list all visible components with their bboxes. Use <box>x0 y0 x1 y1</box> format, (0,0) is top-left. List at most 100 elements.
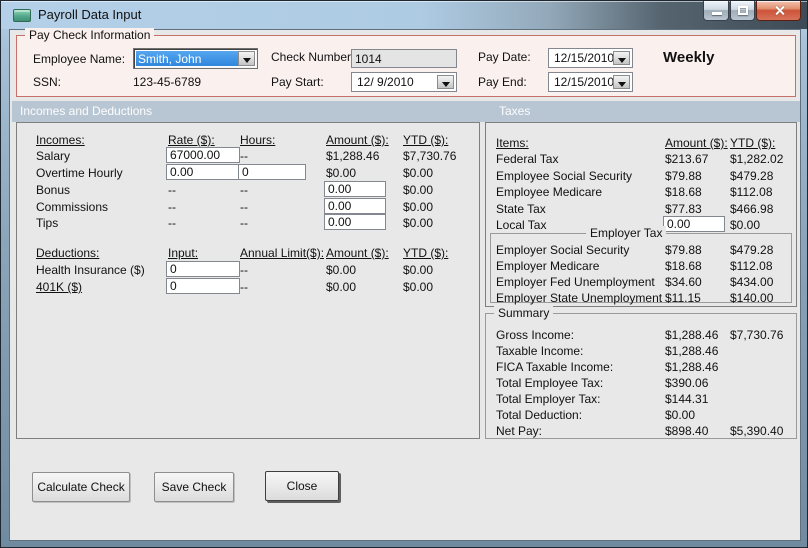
app-icon <box>13 9 31 22</box>
tax-ytd-col-header: YTD ($): <box>730 136 776 150</box>
salary-hours: -- <box>240 149 248 163</box>
close-window-button[interactable] <box>756 1 801 21</box>
input-col-header: Input: <box>168 246 199 260</box>
commissions-amount-input[interactable] <box>324 198 386 214</box>
check-number-label: Check Number: <box>271 50 355 64</box>
summary-row-label: Total Deduction: <box>496 408 583 422</box>
paycheck-info-group: Pay Check Information Employee Name: Smi… <box>16 28 796 97</box>
income-row-label: Salary <box>36 149 71 163</box>
pay-frequency-label: Weekly <box>663 49 715 66</box>
income-row-label: Tips <box>36 216 59 230</box>
health-insurance-amount: $0.00 <box>326 263 357 277</box>
local-tax-input[interactable] <box>663 216 725 232</box>
employer-medicare-amount: $18.68 <box>665 259 702 273</box>
overtime-rate-input[interactable] <box>166 164 240 180</box>
summary-row-label: Total Employee Tax: <box>496 376 604 390</box>
commissions-rate: -- <box>168 200 176 214</box>
calculate-check-button[interactable]: Calculate Check <box>32 472 130 502</box>
incomes-col-header: Incomes: <box>36 133 85 147</box>
employee-name-label: Employee Name: <box>33 52 126 66</box>
ytd-col-header: YTD ($): <box>403 133 449 147</box>
summary-row-label: FICA Taxable Income: <box>496 360 614 374</box>
salary-ytd: $7,730.76 <box>403 149 457 163</box>
tips-ytd: $0.00 <box>403 216 434 230</box>
bonus-ytd: $0.00 <box>403 183 434 197</box>
overtime-ytd: $0.00 <box>403 166 434 180</box>
employer-state-unemp-amount: $11.15 <box>665 291 701 305</box>
pay-date-picker[interactable]: 12/15/2010 <box>548 48 633 68</box>
tips-amount-input[interactable] <box>324 214 386 230</box>
pay-date-label: Pay Date: <box>478 50 531 64</box>
commissions-hours: -- <box>240 200 248 214</box>
overtime-hours-input[interactable] <box>238 164 306 180</box>
health-insurance-limit: -- <box>240 263 248 277</box>
annual-limit-col-header: Annual Limit($): <box>240 246 325 260</box>
taxable-income-amount: $1,288.46 <box>665 344 719 358</box>
bonus-amount-input[interactable] <box>324 181 386 197</box>
income-row-label: Overtime Hourly <box>36 166 123 180</box>
employer-tax-row-label: Employer Social Security <box>496 243 630 257</box>
check-number-input[interactable] <box>351 49 457 68</box>
employer-tax-row-label: Employer Fed Unemployment <box>496 275 655 289</box>
tax-items-col-header: Items: <box>496 136 529 150</box>
net-pay-ytd: $5,390.40 <box>730 424 784 438</box>
tax-row-label: Local Tax <box>496 218 547 232</box>
window-title: Payroll Data Input <box>38 7 142 22</box>
gross-income-amount: $1,288.46 <box>665 328 719 342</box>
gross-income-ytd: $7,730.76 <box>730 328 784 342</box>
save-check-button[interactable]: Save Check <box>154 472 234 502</box>
employee-ss-ytd: $479.28 <box>730 169 774 183</box>
summary-row-label: Net Pay: <box>496 424 543 438</box>
chevron-down-icon[interactable] <box>238 51 255 66</box>
pay-end-picker[interactable]: 12/15/2010 <box>548 72 633 92</box>
taxes-section-title: Taxes <box>499 104 531 118</box>
pay-end-label: Pay End: <box>478 75 527 89</box>
minimize-button[interactable] <box>703 1 729 21</box>
employee-name-combobox[interactable]: Smith, John <box>133 48 258 69</box>
chevron-down-icon[interactable] <box>613 75 630 89</box>
salary-rate-input[interactable] <box>166 147 240 163</box>
close-icon <box>773 4 786 17</box>
total-employee-tax-amount: $390.06 <box>665 376 709 390</box>
close-button[interactable]: Close <box>265 471 339 501</box>
tax-row-label: State Tax <box>496 202 546 216</box>
employer-ss-amount: $79.88 <box>665 243 702 257</box>
chevron-down-icon[interactable] <box>613 51 630 65</box>
401k-limit: -- <box>240 280 248 294</box>
bonus-hours: -- <box>240 183 248 197</box>
pay-start-label: Pay Start: <box>271 75 324 89</box>
client-area: Pay Check Information Employee Name: Smi… <box>9 28 801 541</box>
title-bar[interactable]: Payroll Data Input <box>1 1 807 29</box>
bonus-rate: -- <box>168 183 176 197</box>
maximize-icon <box>738 6 748 15</box>
employee-medicare-amount: $18.68 <box>665 185 702 199</box>
fica-taxable-income-amount: $1,288.46 <box>665 360 719 374</box>
pay-start-value: 12/ 9/2010 <box>357 75 414 89</box>
health-insurance-input[interactable] <box>166 261 240 277</box>
employee-medicare-ytd: $112.08 <box>730 185 773 199</box>
local-tax-ytd: $0.00 <box>730 218 761 232</box>
employer-tax-legend: Employer Tax <box>586 226 667 240</box>
state-tax-amount: $77.83 <box>665 202 702 216</box>
health-insurance-ytd: $0.00 <box>403 263 434 277</box>
tax-amount-col-header: Amount ($): <box>665 136 728 150</box>
pay-date-value: 12/15/2010 <box>554 51 615 65</box>
employer-state-unemp-ytd: $140.00 <box>730 291 774 305</box>
employer-ss-ytd: $479.28 <box>730 243 774 257</box>
summary-group: Summary Gross Income: $1,288.46 $7,730.7… <box>485 306 797 439</box>
chevron-down-icon[interactable] <box>437 75 454 89</box>
employee-ss-amount: $79.88 <box>665 169 702 183</box>
pay-start-picker[interactable]: 12/ 9/2010 <box>351 72 457 92</box>
maximize-button[interactable] <box>730 1 755 21</box>
rate-col-header: Rate ($): <box>168 133 215 147</box>
employer-tax-row-label: Employer State Unemployment <box>496 291 663 305</box>
deduction-amount-col-header: Amount ($): <box>326 246 389 260</box>
summary-row-label: Taxable Income: <box>496 344 584 358</box>
salary-amount: $1,288.46 <box>326 149 380 163</box>
employer-tax-row-label: Employer Medicare <box>496 259 600 273</box>
401k-input[interactable] <box>166 278 240 294</box>
tax-row-label: Employee Medicare <box>496 185 603 199</box>
minimize-icon <box>712 12 722 15</box>
tips-hours: -- <box>240 216 248 230</box>
401k-link[interactable]: 401K ($) <box>36 280 82 294</box>
